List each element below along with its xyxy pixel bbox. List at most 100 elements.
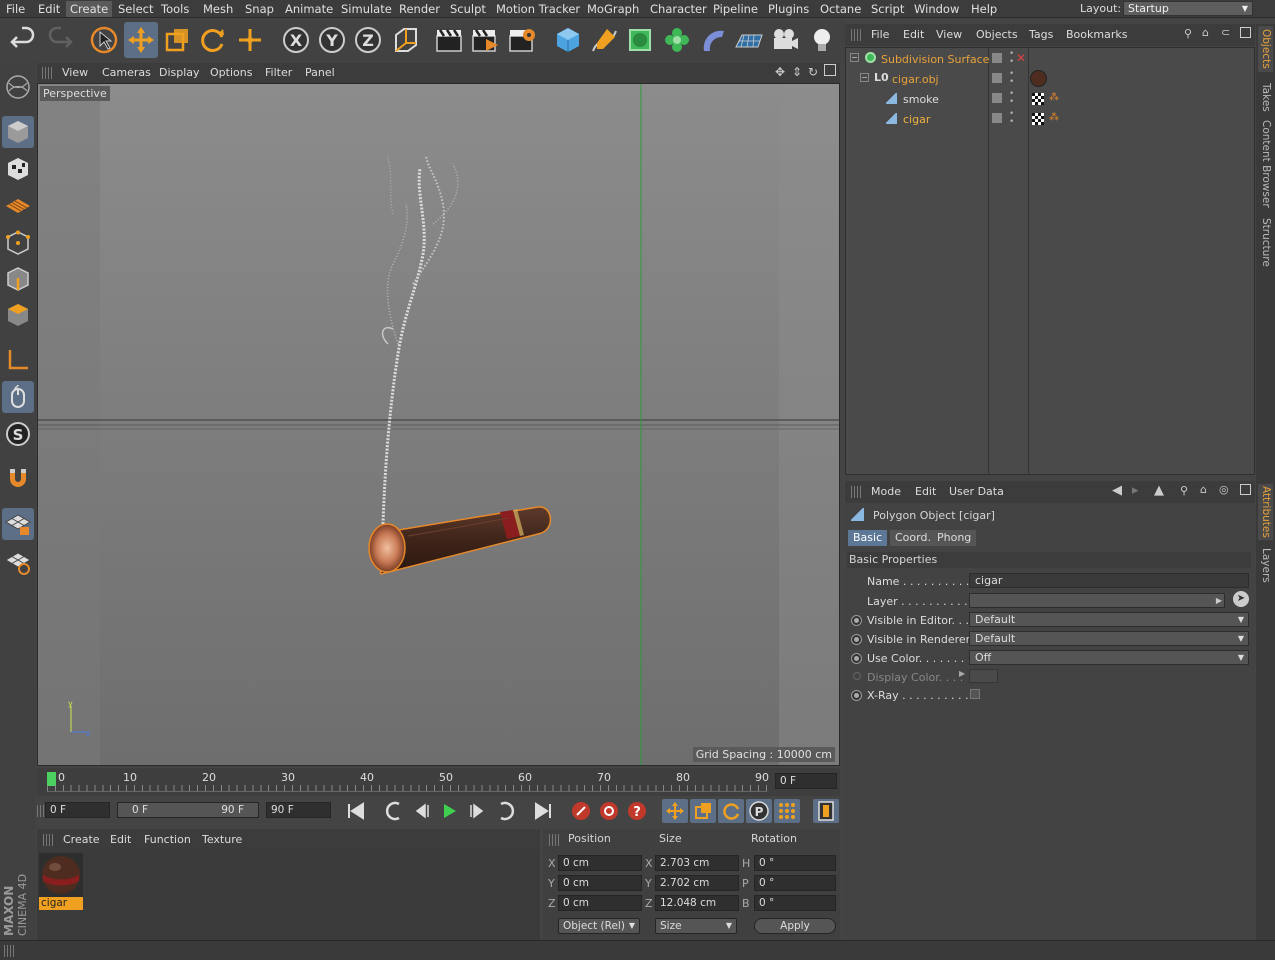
coordinate-system-button[interactable] [388, 22, 422, 58]
x-axis-lock-button[interactable]: X [279, 22, 313, 58]
home-icon[interactable]: ⌂ [1202, 26, 1209, 39]
display-color-anim-radio[interactable] [853, 672, 861, 680]
search-icon[interactable]: ⚲ [1184, 27, 1192, 40]
menu-help[interactable]: Help [967, 1, 1001, 17]
objects-menu-bookmarks[interactable]: Bookmarks [1066, 28, 1127, 41]
scale-tool-button[interactable] [160, 22, 194, 58]
menu-create[interactable]: Create [66, 1, 113, 17]
attributes-menu-edit[interactable]: Edit [915, 485, 936, 498]
z-axis-lock-button[interactable]: Z [351, 22, 385, 58]
tree-row-smoke[interactable]: smoke • • ⁂ [846, 89, 1254, 109]
autokeying-button[interactable] [596, 799, 622, 823]
phong-tag-icon[interactable]: ⁂ [1049, 92, 1059, 103]
solo-button[interactable]: S [2, 418, 34, 450]
objects-menu-file[interactable]: File [871, 28, 889, 41]
rotate-view-icon[interactable]: ↻ [808, 65, 818, 79]
target-icon[interactable]: ◎ [1219, 483, 1229, 496]
side-tab-layers[interactable]: Layers [1258, 546, 1273, 584]
menu-motion-tracker[interactable]: Motion Tracker [492, 1, 584, 17]
bend-deformer-button[interactable] [696, 22, 730, 58]
visibility-dots-icon[interactable]: • • [1009, 90, 1014, 107]
menu-character[interactable]: Character [646, 1, 711, 17]
disable-x-icon[interactable]: ✕ [1016, 51, 1026, 65]
xray-checkbox[interactable] [970, 689, 980, 699]
apply-button[interactable]: Apply [754, 918, 836, 934]
points-mode-button[interactable] [2, 227, 34, 259]
layout-select[interactable]: Startup ▼ [1123, 1, 1253, 16]
material-menu-function[interactable]: Function [144, 833, 191, 846]
rotation-p-field[interactable]: 0 ° [754, 875, 836, 891]
rotation-b-field[interactable]: 0 ° [754, 895, 836, 911]
transform-tool-button[interactable] [233, 22, 267, 58]
cloner-button[interactable] [660, 22, 694, 58]
tab-basic[interactable]: Basic [848, 530, 888, 546]
record-active-objects-button[interactable] [568, 799, 594, 823]
menu-file[interactable]: File [2, 1, 29, 17]
viewport-perspective[interactable]: y z Perspective Grid Spacing : 10000 cm [37, 83, 840, 766]
rotate-tool-button[interactable] [196, 22, 230, 58]
go-to-end-button[interactable] [530, 799, 556, 823]
menu-script[interactable]: Script [867, 1, 908, 17]
chevron-right-icon[interactable]: ▶ [959, 669, 965, 678]
viewport-menu-options[interactable]: Options [210, 66, 252, 79]
move-tool-button[interactable] [124, 22, 158, 58]
timeline-window-button[interactable] [813, 799, 839, 823]
tree-row-cigar-obj[interactable]: − L0 cigar.obj • • [846, 69, 1254, 89]
attributes-menu-mode[interactable]: Mode [871, 485, 901, 498]
menu-mograph[interactable]: MoGraph [583, 1, 643, 17]
timeline-track[interactable]: 0 10 20 30 40 50 60 70 80 90 [47, 770, 769, 792]
collapse-icon[interactable]: − [850, 53, 859, 62]
visible-renderer-select[interactable]: Default ▼ [969, 631, 1249, 646]
material-menu-create[interactable]: Create [63, 833, 100, 846]
layer-icon[interactable] [992, 53, 1002, 63]
use-color-select[interactable]: Off ▼ [969, 650, 1249, 665]
menu-snap[interactable]: Snap [241, 1, 278, 17]
phong-tag-icon[interactable]: ⁂ [1049, 112, 1059, 123]
edges-mode-button[interactable] [2, 263, 34, 295]
menu-render[interactable]: Render [395, 1, 444, 17]
visible-renderer-anim-radio[interactable] [851, 634, 862, 645]
tab-coord[interactable]: Coord. [890, 530, 936, 546]
make-editable-button[interactable] [2, 71, 34, 103]
menu-simulate[interactable]: Simulate [337, 1, 396, 17]
menu-tools[interactable]: Tools [157, 1, 193, 17]
tweak-mode-button[interactable] [2, 381, 34, 413]
uvw-tag-icon[interactable] [1032, 93, 1044, 105]
floor-button[interactable] [732, 22, 766, 58]
record-scale-button[interactable] [690, 799, 716, 823]
play-button[interactable] [436, 799, 462, 823]
menu-select[interactable]: Select [114, 1, 157, 17]
menu-pipeline[interactable]: Pipeline [709, 1, 762, 17]
render-settings-button[interactable] [505, 22, 539, 58]
lock-icon[interactable]: ⌂ [1200, 483, 1207, 496]
subdivision-surface-button[interactable] [623, 22, 657, 58]
pan-view-icon[interactable]: ✥ [775, 65, 785, 79]
name-field[interactable]: cigar [969, 573, 1249, 588]
viewport-menu-view[interactable]: View [62, 66, 88, 79]
redo-button[interactable] [43, 22, 77, 58]
visibility-dots-icon[interactable]: • • [1009, 110, 1014, 127]
texture-mode-button[interactable] [2, 153, 34, 185]
visibility-dots-icon[interactable]: • • [1009, 50, 1014, 67]
maximize-panel-icon[interactable] [1240, 484, 1251, 495]
size-y-field[interactable]: 2.702 cm [655, 875, 739, 891]
pen-spline-button[interactable] [587, 22, 621, 58]
position-y-field[interactable]: 0 cm [558, 875, 642, 891]
range-slider[interactable]: 0 F 90 F [117, 802, 259, 818]
keyframe-selection-button[interactable]: ? [624, 799, 650, 823]
y-axis-lock-button[interactable]: Y [315, 22, 349, 58]
back-arrow-icon[interactable]: ◀ [1112, 483, 1122, 498]
up-arrow-icon[interactable]: ▲ [1154, 483, 1164, 498]
camera-button[interactable] [768, 22, 802, 58]
tab-phong[interactable]: Phong [932, 530, 977, 546]
render-picture-viewer-button[interactable] [468, 22, 502, 58]
size-mode-select[interactable]: Size ▼ [655, 918, 737, 934]
workplane-mode-button[interactable] [2, 190, 34, 222]
position-z-field[interactable]: 0 cm [558, 895, 642, 911]
start-frame-field[interactable]: 0 F [45, 802, 110, 818]
planar-workplane-button[interactable] [2, 546, 34, 578]
record-point-level-button[interactable] [774, 799, 800, 823]
menu-sculpt[interactable]: Sculpt [446, 1, 490, 17]
live-selection-button[interactable] [87, 22, 121, 58]
objects-menu-edit[interactable]: Edit [903, 28, 924, 41]
